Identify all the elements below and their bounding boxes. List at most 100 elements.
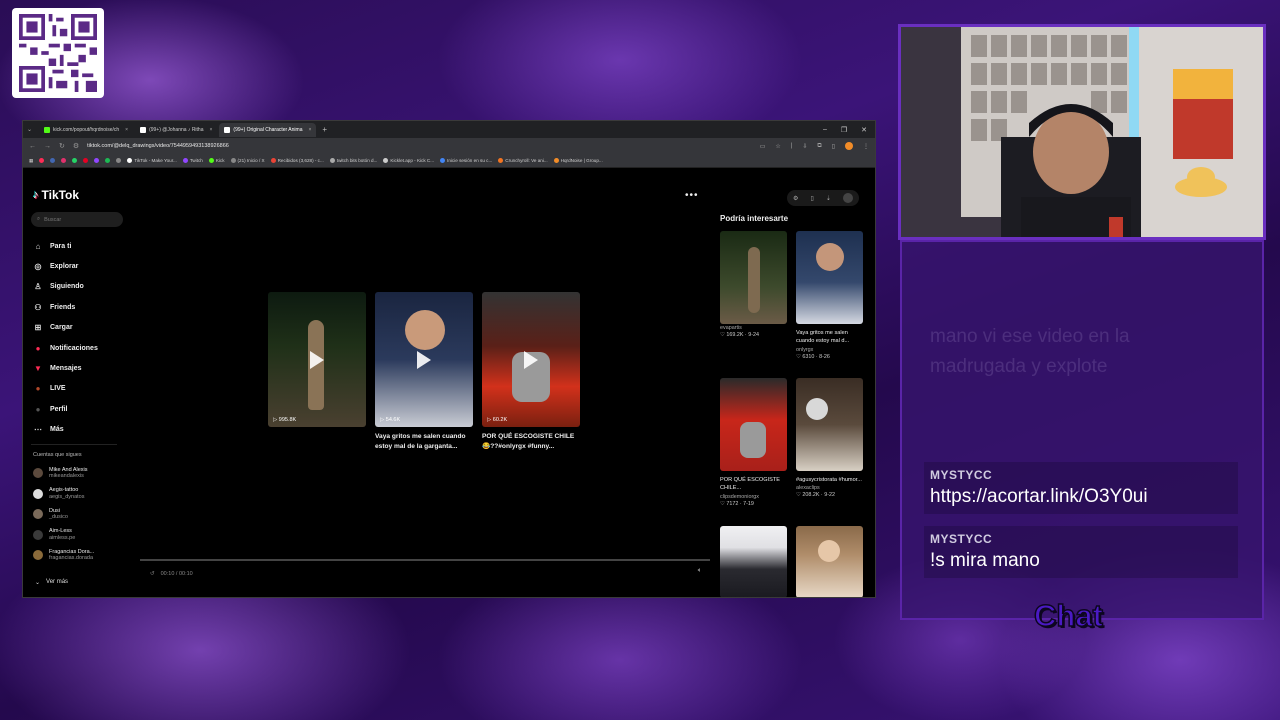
tab-tiktok-original-character[interactable]: (99+) Original Character Anima ×: [219, 122, 317, 137]
chat-username: MYSTYCC: [930, 532, 993, 546]
tab-tiktok-johanna[interactable]: (99+) @Johanna ♪ Ritha ×: [135, 123, 217, 137]
forward-icon[interactable]: →: [44, 143, 51, 150]
bookmark-x[interactable]: (21) Inicio / X: [230, 158, 265, 163]
suggested-thumbnail[interactable]: [796, 231, 863, 324]
tiktok-logo[interactable]: ♪ TikTok: [33, 188, 79, 202]
video-card[interactable]: ▷ 60.2K POR QUÉ ESCOGISTE CHILE 😂??#onlyr…: [482, 292, 580, 452]
apps-grid-icon[interactable]: ▦: [29, 158, 33, 164]
following-account[interactable]: Dusi _dusico: [33, 504, 94, 525]
bookmark-kicklet[interactable]: Kicklet.app - Kick C...: [383, 158, 434, 163]
following-account[interactable]: Aegis-tattoo aegis_dynatos: [33, 484, 94, 505]
suggested-video[interactable]: [720, 526, 787, 597]
suggested-video[interactable]: #agusycristorata #humor... alexaclips ♡ …: [796, 378, 863, 498]
sidebar-item-perfil[interactable]: ● Perfil: [33, 399, 98, 419]
more-icon: ⋯: [34, 425, 42, 435]
video-thumbnail[interactable]: ▷ 995.8K: [268, 292, 366, 427]
bookmark-icon[interactable]: [61, 158, 67, 163]
video-mini-controls: ⚙ ▯ ⇣: [787, 190, 859, 206]
tab-search-icon[interactable]: ⌄: [27, 126, 37, 133]
profile-icon[interactable]: [845, 142, 853, 150]
volume-icon[interactable]: 🔈︎: [698, 567, 702, 575]
site-info-icon[interactable]: ⚙: [73, 142, 79, 150]
suggested-thumbnail[interactable]: [796, 378, 863, 471]
bookmark-label: Crunchyroll: Ve ani...: [505, 158, 548, 163]
sidebar-item-live[interactable]: ● LIVE: [33, 379, 98, 399]
bookmark-icon[interactable]: [72, 158, 78, 163]
bookmark-crunchyroll[interactable]: Crunchyroll: Ve ani...: [498, 158, 548, 163]
reload-icon[interactable]: ↻: [59, 142, 65, 150]
suggested-thumbnail[interactable]: [796, 526, 863, 597]
post-date: 9-22: [824, 492, 836, 499]
more-options-icon[interactable]: •••: [685, 190, 699, 201]
video-caption[interactable]: POR QUÉ ESCOGISTE CHILE 😂??#onlyrgx #funn…: [482, 432, 580, 452]
bookmark-icon[interactable]: [83, 158, 89, 163]
bookmark-tiktok[interactable]: TikTok - Make Your...: [127, 158, 177, 163]
chrome-menu-icon[interactable]: ⋮: [863, 143, 869, 150]
download-icon[interactable]: ⇣: [826, 195, 831, 202]
settings-icon[interactable]: ⚙: [793, 195, 798, 202]
video-caption[interactable]: Vaya gritos me salen cuando estoy mal de …: [375, 432, 473, 452]
bookmark-twitch[interactable]: Twitch: [182, 158, 203, 163]
phone-icon[interactable]: ▯: [810, 195, 813, 202]
sidebar-item-mensajes[interactable]: ▼ Mensajes: [33, 358, 98, 378]
suggested-thumbnail[interactable]: [720, 526, 787, 597]
bookmark-icon[interactable]: [50, 158, 56, 163]
sidebar-item-friends[interactable]: ⚇ Friends: [33, 297, 98, 317]
sidebar-item-notificaciones[interactable]: ● Notificaciones: [33, 338, 98, 358]
bookmark-signin[interactable]: Inicie sesión en su c...: [440, 158, 492, 163]
video-thumbnail[interactable]: ▷ 60.2K: [482, 292, 580, 427]
bookmark-hqrdnoise[interactable]: HqrdNoise | Group...: [553, 158, 603, 163]
video-card[interactable]: ▷ 54.6K Vaya gritos me salen cuando estoy…: [375, 292, 473, 452]
suggested-video[interactable]: POR QUÉ ESCOGISTE CHILE... clipsdemonior…: [720, 378, 787, 507]
bookmark-icon[interactable]: [94, 158, 100, 163]
close-window-icon[interactable]: ✕: [861, 126, 867, 134]
back-icon[interactable]: ←: [29, 143, 36, 150]
url-field[interactable]: tiktok.com/@delq_drawings/video/75449594…: [87, 143, 229, 149]
bookmark-label: twitch bits botón d...: [336, 158, 378, 163]
sidebar-item-mas[interactable]: ⋯ Más: [33, 420, 98, 440]
avatar: [33, 488, 43, 499]
video-card[interactable]: ▷ 995.8K: [268, 292, 366, 427]
suggested-video[interactable]: Vaya gritos me salen cuando estoy mal d.…: [796, 231, 863, 360]
close-tab-icon[interactable]: ×: [125, 127, 128, 133]
bookmark-gmail[interactable]: Recibidos (3,628) - c...: [270, 158, 324, 163]
sidebar-icon[interactable]: ▯: [832, 143, 835, 150]
suggested-video[interactable]: [796, 526, 863, 597]
cast-icon[interactable]: ▭: [760, 143, 766, 150]
close-tab-icon[interactable]: ×: [210, 127, 213, 133]
avatar[interactable]: [842, 193, 853, 203]
downloads-icon[interactable]: ⇩: [802, 143, 807, 150]
sidebar-item-para-ti[interactable]: ⌂ Para ti: [33, 236, 98, 256]
bookmark-icon[interactable]: [116, 158, 122, 163]
bookmark-star-icon[interactable]: ☆: [775, 143, 780, 150]
tab-kick-chat[interactable]: kick.com/popout/hqrdnoise/ch ×: [39, 123, 133, 137]
bookmark-twitch-bits[interactable]: twitch bits botón d...: [329, 158, 378, 163]
sidebar-item-siguiendo[interactable]: ♙ Siguiendo: [33, 277, 98, 297]
search-input[interactable]: ⌕ Buscar: [31, 212, 123, 227]
new-tab-button[interactable]: +: [322, 125, 327, 134]
following-account[interactable]: Fragancias Dora... fragancias.dorada: [33, 545, 94, 566]
sidebar-item-explorar[interactable]: ◎ Explorar: [33, 256, 98, 276]
restore-icon[interactable]: ❐: [841, 126, 847, 134]
close-tab-icon[interactable]: ×: [308, 127, 311, 133]
bookmark-kick[interactable]: Kick: [208, 158, 225, 163]
video-thumbnail[interactable]: ▷ 54.6K: [375, 292, 473, 427]
suggested-video[interactable]: evapartis ♡ 169.2K · 9-24: [720, 231, 787, 338]
progress-track[interactable]: [140, 559, 710, 561]
likes-count: 208.2K: [802, 492, 820, 499]
sidebar-item-label: Mensajes: [50, 365, 82, 373]
bookmark-icon[interactable]: [39, 158, 45, 163]
replay-icon[interactable]: ↺: [150, 571, 155, 577]
following-icon: ♙: [34, 282, 42, 292]
see-more-button[interactable]: ⌄ Ver más: [35, 579, 68, 586]
following-account[interactable]: Mike And Alexis mikeandalexis: [33, 463, 94, 484]
suggested-thumbnail[interactable]: [720, 378, 787, 471]
minimize-icon[interactable]: –: [823, 126, 827, 134]
extensions-icon[interactable]: ⧉: [817, 143, 821, 150]
bookmark-icon[interactable]: [105, 158, 111, 163]
suggested-author: alexaclips: [796, 485, 820, 492]
tiktok-icon: [127, 158, 133, 163]
suggested-thumbnail[interactable]: [720, 231, 787, 324]
following-account[interactable]: Aim-Less aimless.pe: [33, 525, 94, 546]
sidebar-item-cargar[interactable]: ⊞ Cargar: [33, 318, 98, 338]
